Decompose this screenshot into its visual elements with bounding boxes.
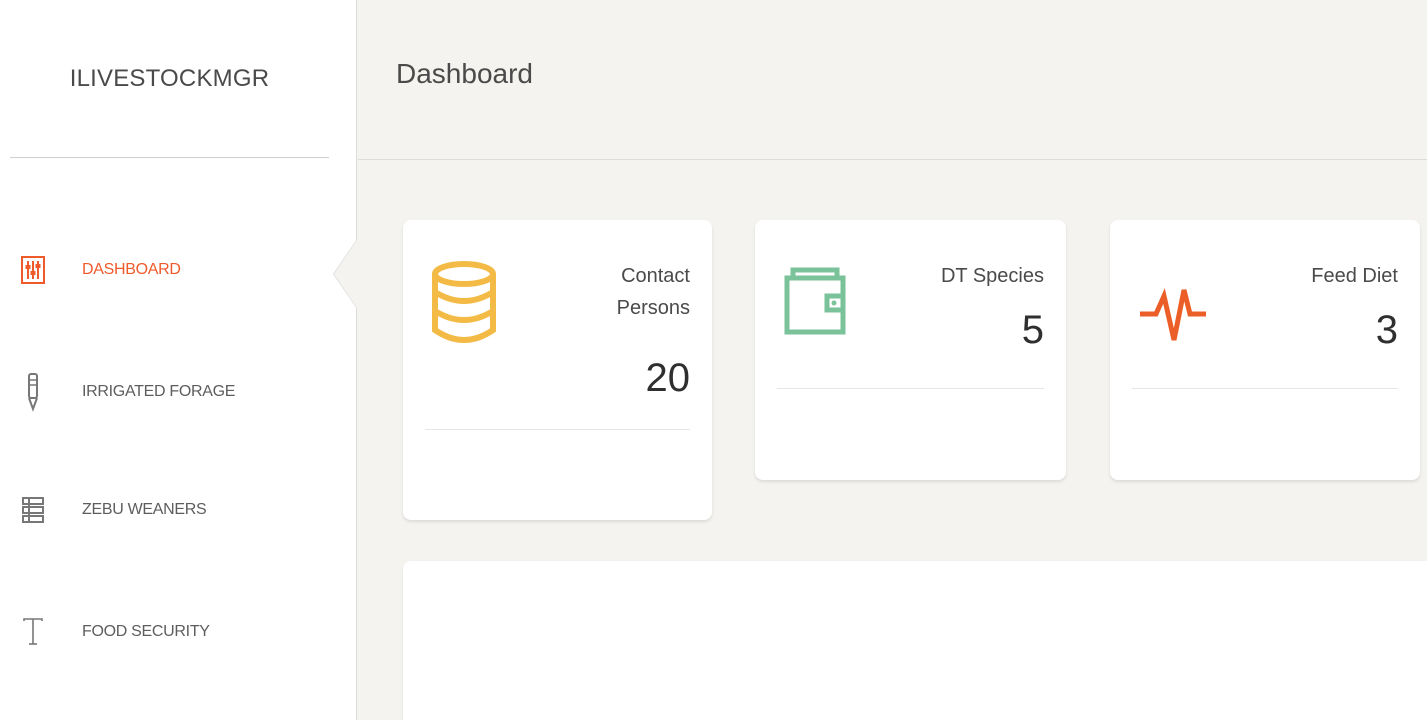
stat-card-feed-diet[interactable]: Feed Diet 3 [1110, 220, 1420, 480]
pencil-icon [18, 372, 48, 412]
stat-card-value: 5 [1021, 308, 1044, 352]
sidebar-item-food-security[interactable]: FOOD SECURITY [18, 612, 210, 652]
card-divider [425, 429, 690, 430]
sidebar-item-irrigated-forage[interactable]: IRRIGATED FORAGE [18, 372, 235, 412]
type-icon [18, 612, 48, 652]
brand-logo[interactable]: ILIVESTOCKMGR [10, 0, 329, 158]
sidebar-item-label: ZEBU WEANERS [82, 501, 207, 518]
stat-card-label: Contact Persons [616, 265, 690, 319]
sidebar-item-label: DASHBOARD [82, 261, 181, 278]
stat-card-label: DT Species [940, 265, 1044, 287]
sidebar-item-label: IRRIGATED FORAGE [82, 383, 236, 400]
app: ILIVESTOCKMGR DASHBOARD IRRIGATED FORAGE… [0, 0, 1427, 720]
page-title: Dashboard [396, 58, 533, 89]
stat-card-label: Feed Diet [1311, 265, 1398, 287]
sidebar-item-zebu-weaners[interactable]: ZEBU WEANERS [18, 490, 207, 530]
sidebar-item-label: FOOD SECURITY [82, 623, 210, 640]
database-icon [431, 260, 497, 348]
top-header: Dashboard [358, 0, 1427, 160]
active-indicator [334, 240, 357, 308]
wallet-icon [783, 260, 847, 344]
sidebar-item-dashboard[interactable]: DASHBOARD [18, 250, 181, 290]
stat-card-dt-species[interactable]: DT Species 5 [755, 220, 1066, 480]
card-divider [1132, 388, 1398, 389]
stat-card-contact-persons[interactable]: Contact Persons 20 [403, 220, 712, 520]
sliders-icon [18, 250, 48, 290]
stat-card-value: 20 [645, 356, 691, 400]
stat-card-value: 3 [1375, 308, 1398, 352]
sidebar: ILIVESTOCKMGR DASHBOARD IRRIGATED FORAGE… [0, 0, 357, 720]
list-icon [18, 490, 48, 530]
card-divider [777, 388, 1044, 389]
content-panel [403, 561, 1427, 720]
pulse-icon [1138, 260, 1208, 358]
